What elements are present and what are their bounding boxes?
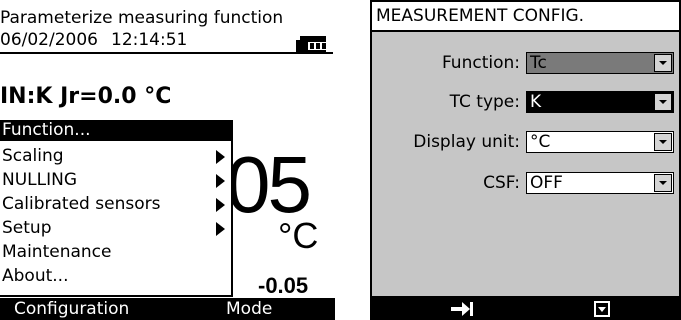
- input-channel-info: IN:K Jr=0.0 °C: [0, 84, 172, 109]
- submenu-arrow-icon: [216, 174, 225, 188]
- main-reading-unit: °C: [278, 215, 319, 256]
- dropdown-open-icon[interactable]: [594, 301, 610, 317]
- softkey-bar: Configuration Mode: [0, 298, 335, 320]
- config-softkey-bar: [370, 298, 681, 320]
- csf-label: CSF:: [483, 173, 520, 193]
- secondary-reading-value: -0.05: [258, 273, 309, 298]
- chevron-down-icon: [659, 140, 667, 144]
- menu-item-calibrated-sensors[interactable]: Calibrated sensors: [0, 194, 231, 215]
- softkey-configuration[interactable]: Configuration: [14, 299, 129, 320]
- main-measurement-screen: Parameterize measuring function 06/02/20…: [0, 0, 335, 320]
- dropdown-button[interactable]: [654, 133, 672, 151]
- measurement-config-screen: MEASUREMENT CONFIG. Function: Tc TC type…: [370, 0, 681, 320]
- header-divider: [0, 52, 333, 54]
- tc-type-label: TC type:: [449, 92, 520, 112]
- menu-item-function[interactable]: Function...: [0, 120, 231, 141]
- function-select[interactable]: Tc: [526, 52, 674, 74]
- dropdown-button[interactable]: [654, 174, 672, 192]
- configuration-menu: Function... Scaling NULLING Calibrated s…: [0, 120, 233, 297]
- menu-item-setup[interactable]: Setup: [0, 218, 231, 239]
- display-unit-select[interactable]: °C: [526, 131, 674, 153]
- submenu-arrow-icon: [216, 150, 225, 164]
- menu-item-nulling[interactable]: NULLING: [0, 170, 231, 191]
- function-label: Function:: [441, 53, 520, 73]
- config-title: MEASUREMENT CONFIG.: [372, 2, 679, 32]
- header-title: Parameterize measuring function: [0, 8, 284, 28]
- softkey-mode[interactable]: Mode: [226, 299, 272, 320]
- tc-type-select[interactable]: K: [526, 91, 674, 113]
- submenu-arrow-icon: [216, 198, 225, 212]
- next-field-icon[interactable]: [450, 301, 474, 317]
- header-date: 06/02/2006: [0, 30, 98, 50]
- csf-select[interactable]: OFF: [526, 172, 674, 194]
- chevron-down-icon: [659, 100, 667, 104]
- header-time: 12:14:51: [111, 30, 188, 50]
- dropdown-button[interactable]: [654, 93, 672, 111]
- chevron-down-icon: [659, 61, 667, 65]
- battery-icon: [296, 36, 330, 52]
- menu-item-scaling[interactable]: Scaling: [0, 146, 231, 167]
- menu-item-maintenance[interactable]: Maintenance: [0, 242, 231, 263]
- chevron-down-icon: [659, 181, 667, 185]
- submenu-arrow-icon: [216, 222, 225, 236]
- dropdown-button[interactable]: [654, 54, 672, 72]
- display-unit-label: Display unit:: [413, 132, 520, 152]
- menu-item-about[interactable]: About...: [0, 266, 231, 287]
